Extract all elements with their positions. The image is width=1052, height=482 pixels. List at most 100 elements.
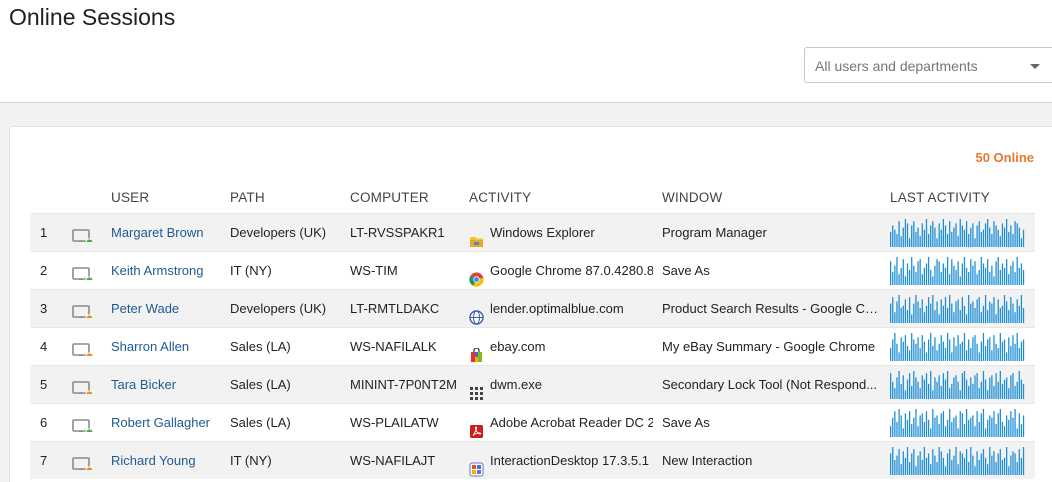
- last-activity-sparkline[interactable]: [890, 333, 1025, 361]
- sparkline-bar: [995, 261, 997, 285]
- table-row[interactable]: 3 Peter Wade Developers (UK) LT-RMTLDAKC…: [30, 289, 1035, 327]
- sparkline-bar: [906, 263, 909, 285]
- last-activity-sparkline[interactable]: [890, 295, 1025, 323]
- sparkline-bar: [1006, 259, 1008, 285]
- sparkline-bar: [932, 276, 934, 285]
- table-row[interactable]: 7 Richard Young IT (NY) WS-NAFILAJT Inte…: [30, 441, 1035, 479]
- sparkline-bar: [890, 303, 892, 323]
- row-number: 5: [40, 377, 48, 392]
- user-link[interactable]: Tara Bicker: [111, 366, 226, 404]
- sparkline-bar: [961, 263, 963, 285]
- sparkline-bar: [951, 259, 953, 285]
- user-link[interactable]: Margaret Brown: [111, 214, 226, 252]
- sparkline-bar: [989, 227, 991, 247]
- sparkline-bar: [997, 348, 999, 361]
- sparkline-bar: [970, 259, 972, 285]
- sparkline-bar: [913, 449, 915, 475]
- sparkline-bar: [1022, 415, 1025, 437]
- sparkline-bar: [908, 462, 911, 475]
- sparkline-bar: [1020, 379, 1023, 399]
- sparkline-bar: [959, 390, 961, 399]
- sparkline-bar: [927, 419, 930, 437]
- sparkline-bar: [938, 447, 940, 475]
- sparkline-bar: [1016, 257, 1018, 285]
- sparkline-bar: [1022, 447, 1025, 475]
- sparkline-bar: [949, 221, 951, 247]
- column-header-path[interactable]: PATH: [230, 190, 265, 205]
- sparkline-bar: [917, 455, 919, 475]
- sparkline-bar: [991, 350, 993, 361]
- table-row[interactable]: 6 Robert Gallagher Sales (LA) WS-PLAILAT…: [30, 403, 1035, 441]
- sparkline-bar: [978, 459, 980, 475]
- window-cell: Product Search Results - Google Ch...: [662, 301, 880, 316]
- user-link[interactable]: Sharron Allen: [111, 328, 226, 366]
- column-header-activity[interactable]: ACTIVITY: [469, 190, 531, 205]
- sparkline-bar: [963, 305, 966, 323]
- sparkline-bar: [984, 457, 987, 475]
- sparkline-bar: [965, 409, 968, 437]
- sparkline-bar: [915, 272, 917, 285]
- sparkline-bar: [934, 417, 936, 437]
- chevron-down-icon: [1030, 64, 1040, 69]
- column-header-last-activity[interactable]: LAST ACTIVITY: [890, 190, 990, 205]
- last-activity-sparkline[interactable]: [890, 409, 1025, 437]
- sparkline-bar: [892, 272, 894, 285]
- sparkline-bar: [984, 379, 987, 399]
- user-link[interactable]: Richard Young: [111, 442, 226, 480]
- sparkline-bar: [961, 453, 963, 475]
- sparkline-bar: [1003, 457, 1006, 475]
- last-activity-sparkline[interactable]: [890, 447, 1025, 475]
- sparkline-bar: [925, 411, 928, 437]
- window-cell: My eBay Summary - Google Chrome: [662, 339, 876, 354]
- sparkline-bar: [942, 411, 944, 437]
- sparkline-bar: [995, 314, 997, 323]
- sparkline-bar: [997, 229, 999, 247]
- sparkline-bar: [902, 451, 904, 475]
- sparkline-bar: [934, 337, 936, 361]
- last-activity-sparkline[interactable]: [890, 371, 1025, 399]
- sparkline-bar: [1001, 421, 1004, 437]
- table-row[interactable]: 5 Tara Bicker Sales (LA) MININT-7P0NT2M …: [30, 365, 1035, 403]
- last-activity-sparkline[interactable]: [890, 257, 1025, 285]
- sparkline-bar: [970, 227, 972, 247]
- sparkline-bar: [976, 225, 978, 247]
- computer-cell: WS-PLAILATW: [350, 415, 439, 430]
- sparkline-bar: [982, 371, 985, 399]
- sparkline-bar: [932, 345, 934, 361]
- user-link[interactable]: Robert Gallagher: [111, 404, 226, 442]
- online-count-badge: 50 Online: [975, 150, 1034, 165]
- sparkline-bar: [930, 428, 932, 437]
- sparkline-bar: [987, 310, 989, 323]
- last-activity-sparkline[interactable]: [890, 219, 1025, 247]
- sparkline-bar: [900, 415, 902, 437]
- sparkline-bar: [1012, 303, 1014, 323]
- sparkline-bar: [908, 269, 911, 285]
- user-link[interactable]: Keith Armstrong: [111, 252, 226, 290]
- table-row[interactable]: 2 Keith Armstrong IT (NY) WS-TIM Google …: [30, 251, 1035, 289]
- column-header-user[interactable]: USER: [111, 190, 149, 205]
- sparkline-bar: [946, 419, 949, 437]
- column-header-computer[interactable]: COMPUTER: [350, 190, 429, 205]
- sparkline-bar: [1012, 261, 1014, 285]
- sparkline-bar: [951, 352, 953, 361]
- sparkline-bar: [898, 371, 900, 399]
- sparkline-bar: [959, 343, 961, 361]
- sparkline-bar: [978, 352, 980, 361]
- table-row[interactable]: 4 Sharron Allen Sales (LA) WS-NAFILALK e…: [30, 327, 1035, 365]
- department-filter-select[interactable]: All users and departments: [804, 47, 1052, 83]
- sparkline-bar: [1016, 223, 1018, 247]
- sparkline-bar: [921, 299, 923, 323]
- window-cell: Secondary Lock Tool (Not Respond...: [662, 377, 878, 392]
- sparkline-bar: [911, 257, 913, 285]
- sparkline-bar: [892, 417, 894, 437]
- column-header-window[interactable]: WINDOW: [662, 190, 722, 205]
- sparkline-bar: [927, 297, 930, 323]
- sparkline-bar: [911, 424, 913, 437]
- path-cell: Developers (UK): [230, 301, 327, 316]
- sparkline-bar: [968, 339, 970, 361]
- table-row[interactable]: 1 Margaret Brown Developers (UK) LT-RVSS…: [30, 213, 1035, 251]
- row-number: 1: [40, 225, 48, 240]
- sparkline-bar: [940, 386, 942, 399]
- sparkline-bar: [972, 265, 974, 285]
- user-link[interactable]: Peter Wade: [111, 290, 226, 328]
